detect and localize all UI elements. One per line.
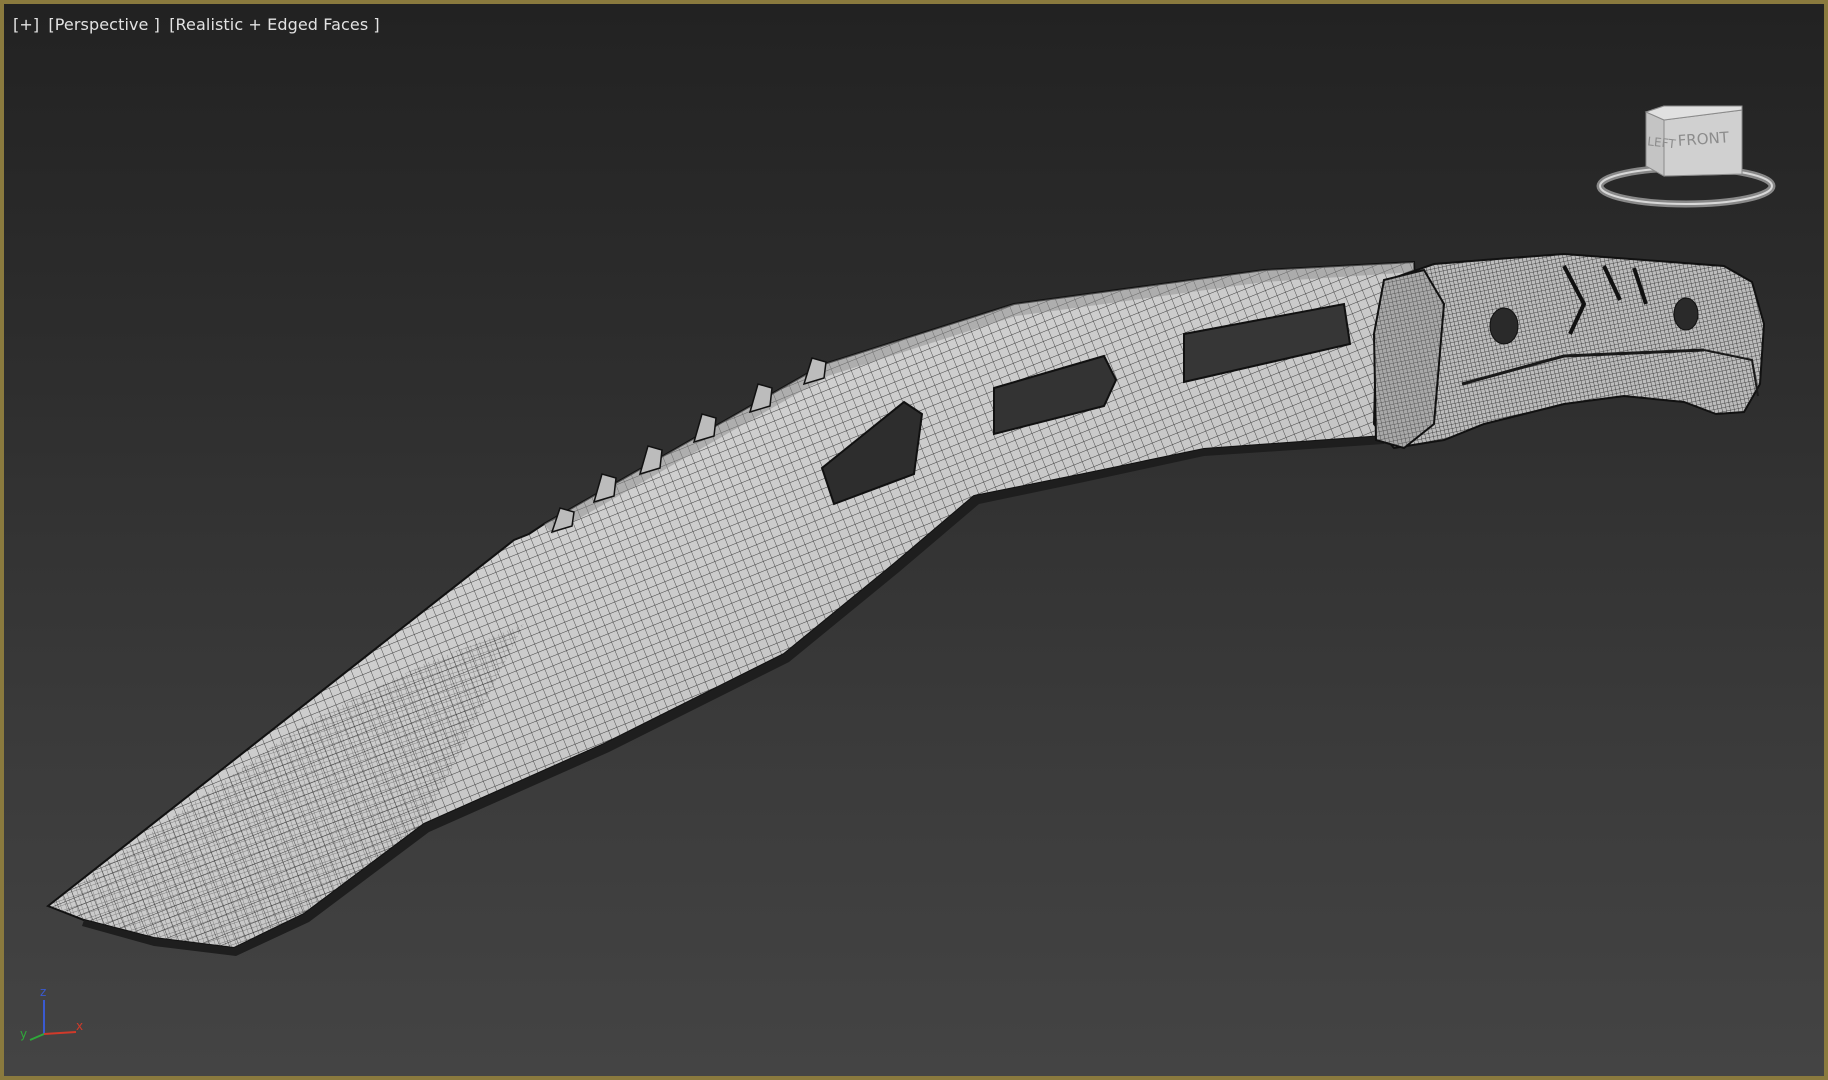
perspective-viewport[interactable]: [+] [Perspective ] [Realistic + Edged Fa… <box>0 0 1828 1080</box>
axis-tripod: z x y <box>20 986 83 1041</box>
viewcube[interactable]: LEFT FRONT <box>1594 100 1794 220</box>
viewport-menu-button[interactable]: [+] <box>13 15 39 34</box>
viewport-label-bar: [+] [Perspective ] [Realistic + Edged Fa… <box>13 15 384 34</box>
axis-x-label: x <box>76 1019 83 1033</box>
viewport-view-label[interactable]: [Perspective ] <box>48 15 160 34</box>
axis-z-label: z <box>40 986 46 999</box>
viewcube-front-face[interactable]: FRONT <box>1677 128 1730 150</box>
axis-y-label: y <box>20 1027 27 1041</box>
handle <box>1372 252 1766 450</box>
knife-model[interactable] <box>4 4 1824 1076</box>
viewport-shading-label[interactable]: [Realistic + Edged Faces ] <box>169 15 380 34</box>
